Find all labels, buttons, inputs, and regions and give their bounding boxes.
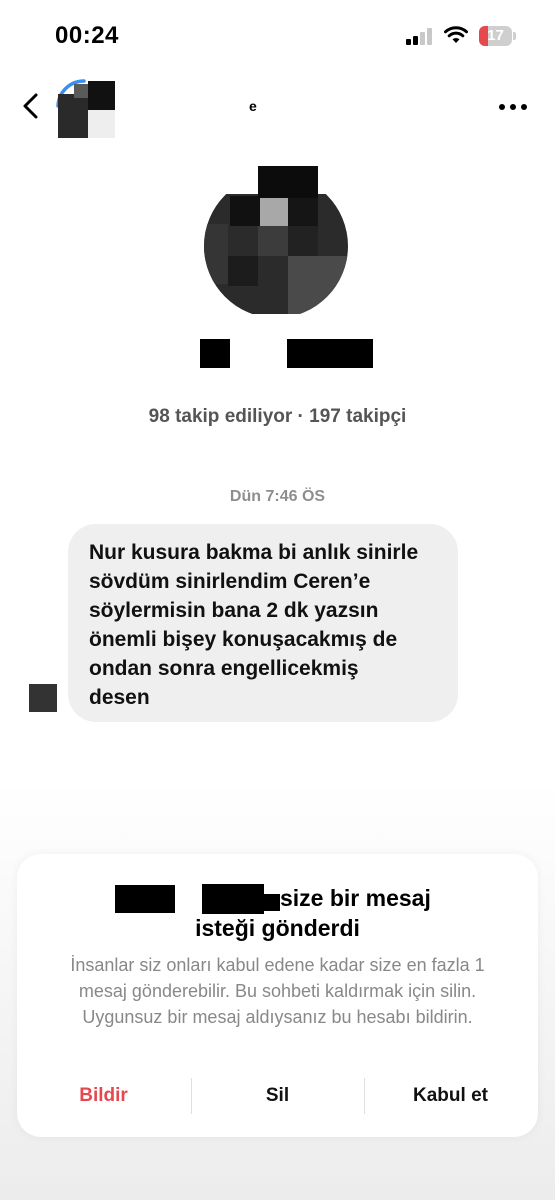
message-timestamp: Dün 7:46 ÖS [229, 488, 326, 505]
sender-name-redacted [115, 885, 175, 913]
profile-name-redacted [200, 339, 380, 369]
status-time: 00:24 [55, 22, 119, 49]
sender-avatar [29, 684, 57, 712]
message-text: Nur kusura bakma bi anlık sinirle sövdüm… [89, 541, 419, 709]
wifi-icon [444, 26, 468, 43]
request-title: size bir mesaj [280, 885, 431, 911]
profile-picture[interactable] [198, 164, 350, 314]
request-description: İnsanlar siz onları kabul edene kadar si… [70, 955, 485, 1027]
accept-button[interactable]: Kabul et [364, 1076, 537, 1116]
battery-level: 17 [487, 27, 504, 44]
header-username[interactable]: e [249, 98, 257, 114]
back-chevron-icon[interactable] [20, 92, 40, 120]
profile-stats: 98 takip ediliyor · 197 takipçi [148, 406, 407, 427]
header-avatar[interactable] [54, 78, 116, 140]
battery-icon: 17 [479, 26, 512, 46]
signal-icon [406, 28, 433, 45]
sender-name-redacted-3 [264, 894, 280, 911]
report-button[interactable]: Bildir [17, 1076, 190, 1116]
request-title-line2: isteği gönderdi [195, 915, 360, 941]
battery-cap [513, 32, 516, 40]
more-options-icon[interactable] [498, 103, 528, 111]
request-actions: Bildir Sil Kabul et [17, 1076, 538, 1116]
sender-name-redacted-2 [202, 884, 264, 914]
delete-button[interactable]: Sil [191, 1076, 364, 1116]
